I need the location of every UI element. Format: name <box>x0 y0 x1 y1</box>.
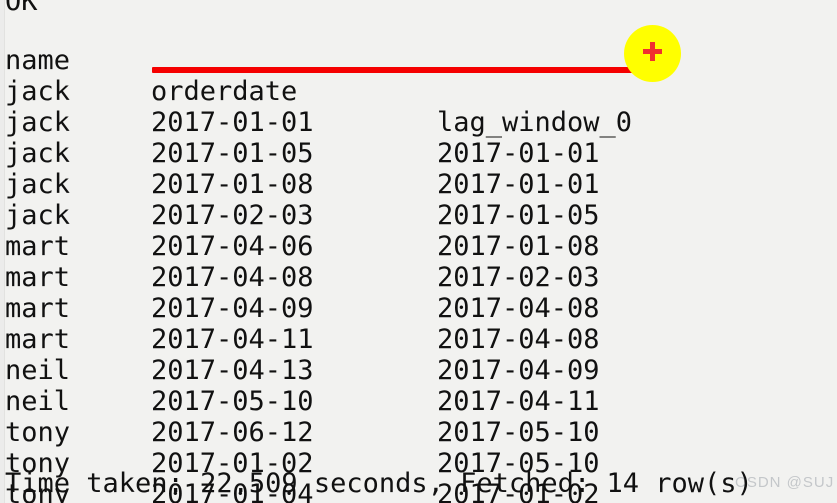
table-row: mart 2017-04-11 2017-04-09 <box>0 262 837 386</box>
table-row: neil 2017-06-12 2017-05-10 <box>0 355 837 479</box>
table-row: mart 2017-04-13 2017-04-11 <box>0 293 837 417</box>
table-row: mart 2017-04-08 2017-04-08 <box>0 200 837 324</box>
query-timing-footer: Time taken: 22.509 seconds, Fetched: 14 … <box>5 468 753 499</box>
plus-cursor-icon <box>643 42 662 61</box>
table-row: jack 2017-01-05 2017-01-01 <box>0 76 837 200</box>
table-row: jack 2017-01-08 2017-01-05 <box>0 107 837 231</box>
red-underline-annotation <box>152 67 645 73</box>
table-row: jack 2017-02-03 2017-01-08 <box>0 138 837 262</box>
table-header-row: name orderdate lag_window_0 <box>0 14 837 138</box>
table-row: tony 2017-01-04 2017-01-02 <box>0 417 837 503</box>
query-result-console: OK name orderdate lag_window_0 jack 2017… <box>0 0 837 503</box>
table-row: mart 2017-04-09 2017-04-08 <box>0 231 837 355</box>
table-row: neil 2017-05-10 2017-05-10 <box>0 324 837 448</box>
table-row: tony 2017-01-02 2017-01-02 <box>0 386 837 503</box>
terminal-output-screen: OK name orderdate lag_window_0 jack 2017… <box>0 0 837 503</box>
table-row: jack 2017-04-06 2017-02-03 <box>0 169 837 293</box>
